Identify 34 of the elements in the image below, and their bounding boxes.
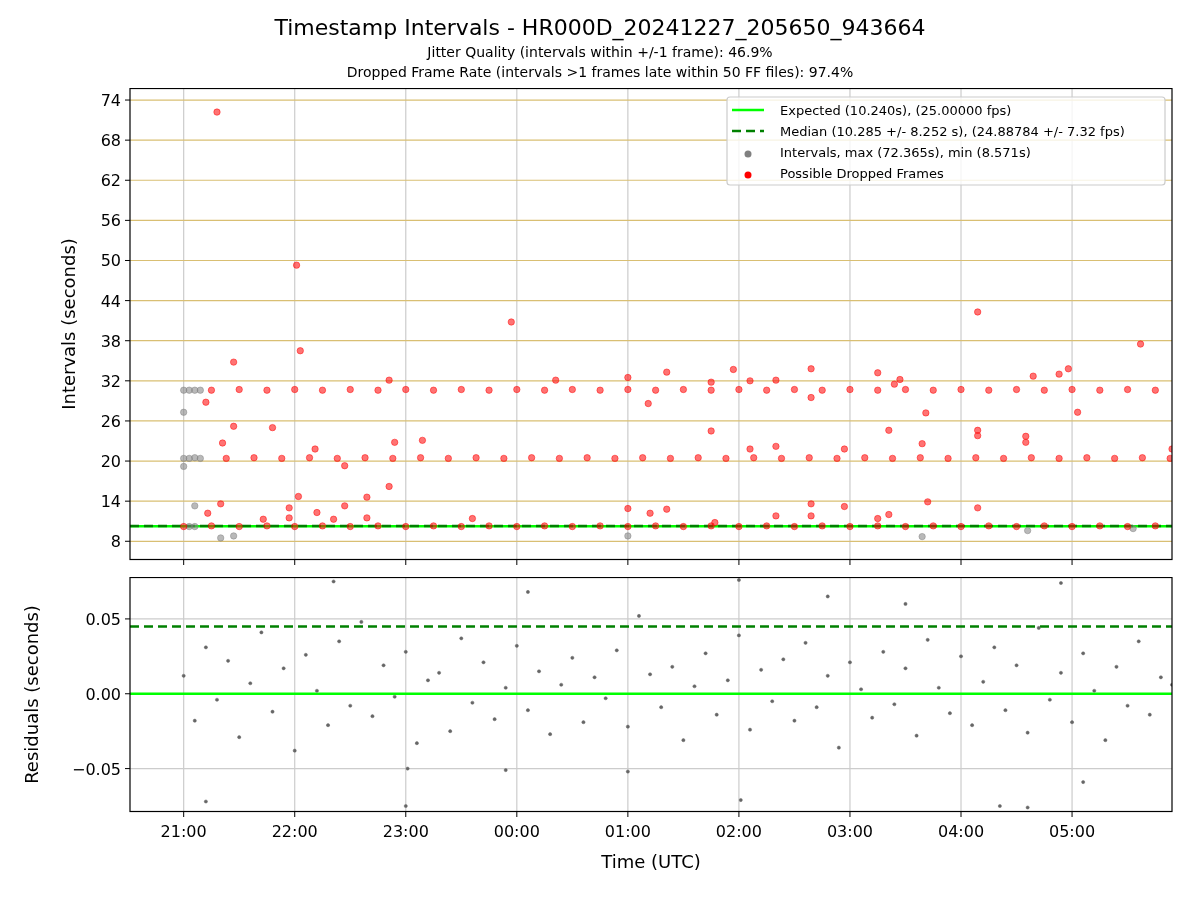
tick-label: 14 [100, 492, 121, 512]
legend-label: Median (10.285 +/- 8.252 s), (24.88784 +/- 7.32 fps) [780, 124, 1125, 139]
tick-label: 22:00 [271, 822, 318, 841]
tick-label: 21:00 [160, 822, 207, 841]
tick-label: 32 [100, 371, 121, 391]
tick-label: 0.00 [85, 684, 121, 704]
tick-label: 8 [110, 532, 121, 552]
tick-label: 0.05 [85, 609, 121, 629]
tick-label: 62 [100, 171, 121, 191]
tick-label: 01:00 [604, 822, 651, 841]
axis-label: Residuals (seconds) [21, 605, 42, 784]
chart-title: Timestamp Intervals - HR000D_20241227_205650_943664 [274, 14, 926, 42]
tick-label: 03:00 [826, 822, 873, 841]
tick-label: 26 [100, 411, 121, 431]
legend-label: Possible Dropped Frames [780, 166, 944, 181]
tick-label: 56 [100, 211, 121, 231]
chart-subtitle: Dropped Frame Rate (intervals >1 frames late within 50 FF files): 97.4% [346, 63, 854, 82]
axis-label: Intervals (seconds) [58, 238, 79, 410]
tick-label: 04:00 [937, 822, 985, 841]
tick-label: −0.05 [71, 759, 121, 779]
tick-label: 44 [100, 291, 121, 311]
chart-subtitle: Jitter Quality (intervals within +/-1 frame): 46.9% [427, 43, 773, 62]
tick-label: 38 [100, 331, 121, 351]
tick-label: 02:00 [715, 822, 762, 841]
axis-label: Time (UTC) [601, 851, 701, 872]
tick-label: 68 [100, 131, 121, 151]
tick-label: 74 [100, 91, 121, 111]
tick-label: 05:00 [1049, 822, 1096, 841]
tick-label: 50 [100, 251, 121, 271]
tick-label: 20 [100, 452, 121, 472]
legend-label: Intervals, max (72.365s), min (8.571s) [780, 145, 1031, 160]
legend-label: Expected (10.240s), (25.00000 fps) [780, 103, 1012, 118]
tick-label: 23:00 [382, 822, 429, 841]
tick-label: 00:00 [493, 822, 540, 841]
